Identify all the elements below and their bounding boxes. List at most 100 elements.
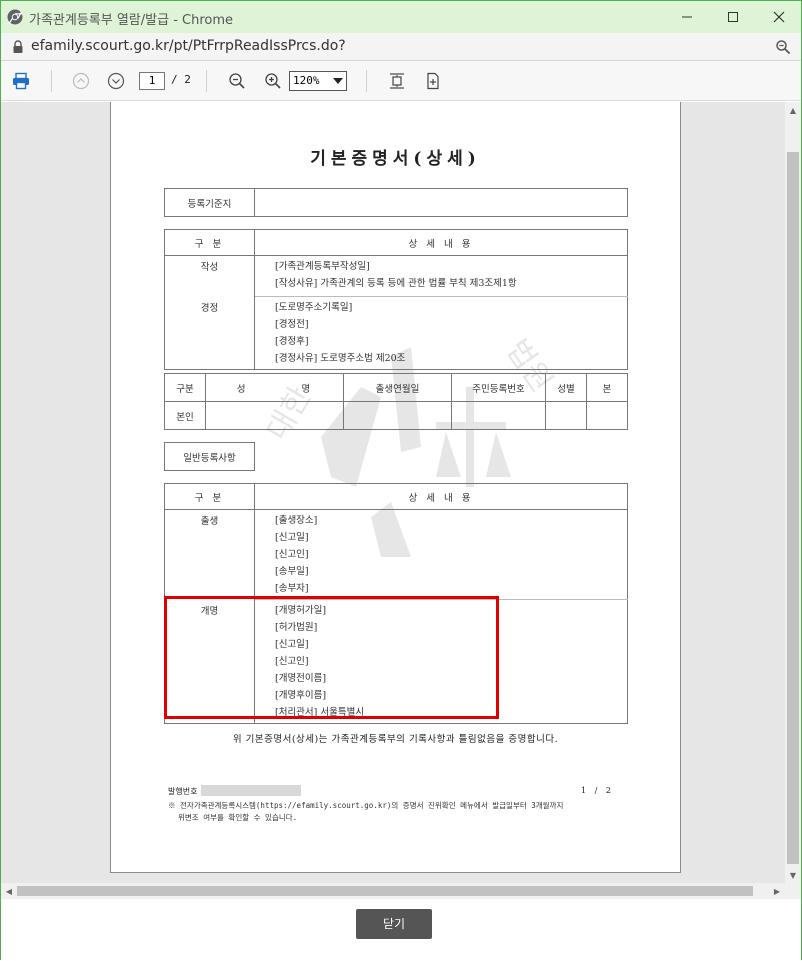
detail-line: [신고인]	[275, 549, 309, 560]
scroll-up-arrow-icon[interactable]: ▲	[785, 102, 801, 118]
maximize-icon	[728, 12, 738, 22]
col-header: 구분	[164, 373, 206, 402]
browser-window: 가족관계등록부 열람/발급 - Chrome efamily.scourt.go…	[0, 0, 802, 961]
vertical-scrollbar[interactable]: ▲ ▼	[785, 102, 801, 883]
person-table: 구분 성 명 출생연월일 주민등록번호 성별 본 본인	[164, 373, 628, 430]
col-header: 성별	[545, 373, 587, 402]
registry-label: 등록기준지	[164, 188, 255, 217]
issue-number-label: 발행번호 :	[168, 787, 203, 796]
previous-page-button[interactable]	[71, 71, 91, 91]
fit-page-icon	[390, 73, 404, 89]
col-header: 본	[586, 373, 628, 402]
horizontal-scroll-thumb[interactable]	[17, 886, 753, 896]
row-details: [출생장소] [신고일] [신고인] [송부일] [송부자]	[254, 509, 628, 600]
fit-page-button[interactable]	[387, 71, 407, 91]
col-header: 출생연월일	[343, 373, 452, 402]
toolbar-divider	[206, 70, 207, 92]
toolbar-divider	[366, 70, 367, 92]
category-header: 구 분	[164, 229, 255, 256]
document-title: 기본증명서(상세)	[310, 149, 481, 169]
toolbar-divider	[51, 70, 52, 92]
general-label-box: 일반등록사항	[164, 442, 255, 471]
detail-line: [가족관계등록부작성일]	[275, 261, 370, 272]
row-category: 출생	[164, 509, 255, 600]
detail-line: [경정후]	[275, 336, 309, 347]
zoom-out-button[interactable]	[227, 71, 247, 91]
zoom-icon[interactable]	[775, 39, 791, 55]
details-header: 상 세 내 용	[254, 483, 628, 510]
detail-line: [송부일]	[275, 566, 309, 577]
url-text[interactable]: efamily.scourt.go.kr/pt/PtFrrpReadIssPrc…	[31, 38, 346, 54]
highlight-box	[164, 596, 499, 719]
minimize-icon	[682, 16, 692, 18]
detail-line: [경정전]	[275, 319, 309, 330]
page-indicator: 1 / 2	[581, 786, 614, 795]
detail-line: [도로명주소기록일]	[275, 302, 353, 313]
page-total: / 2	[171, 73, 191, 86]
verification-note: ※ 전자가족관계등록시스템(https://efamily.scourt.go.…	[168, 800, 638, 824]
cell	[205, 401, 344, 430]
detail-line: [작성사유] 가족관계의 등록 등에 관한 법률 부칙 제3조제1항	[275, 278, 517, 289]
zoom-out-icon	[229, 73, 245, 89]
close-window-button[interactable]	[767, 5, 791, 29]
cell	[451, 401, 546, 430]
row-category: 경정	[164, 296, 255, 370]
zoom-in-button[interactable]	[263, 71, 283, 91]
note-line: 위변조 여부를 확인할 수 있습니다.	[178, 813, 298, 822]
chevron-up-icon	[72, 72, 90, 90]
vertical-scroll-thumb[interactable]	[787, 152, 799, 864]
row-label-self: 본인	[164, 401, 206, 430]
detail-line: [신고일]	[275, 532, 309, 543]
print-button[interactable]	[11, 71, 31, 91]
title-bar: 가족관계등록부 열람/발급 - Chrome	[1, 1, 801, 33]
cell	[545, 401, 587, 430]
zoom-select[interactable]: 120%	[289, 71, 347, 91]
scroll-down-arrow-icon[interactable]: ▼	[785, 867, 801, 883]
detail-line: [경정사유] 도로명주소법 제20조	[275, 353, 406, 364]
zoom-value: 120%	[293, 74, 320, 87]
col-header: 성 명	[205, 373, 344, 402]
fit-width-button[interactable]	[423, 71, 443, 91]
registry-table: 등록기준지	[164, 188, 628, 217]
scroll-corner	[785, 883, 801, 899]
details-table-1: 구 분 상 세 내 용 작성 [가족관계등록부작성일] [작성사유] 가족관계의…	[164, 229, 628, 370]
pdf-toolbar: 1 / 2 120%	[1, 61, 801, 101]
document-page: 대한 법원 기본증명서(상세) 등록기준지 구 분 상 세 내 용 작성 [가족…	[110, 102, 681, 873]
close-icon	[773, 11, 785, 23]
address-bar[interactable]: efamily.scourt.go.kr/pt/PtFrrpReadIssPrc…	[1, 33, 801, 61]
caret-down-icon	[333, 78, 343, 84]
detail-line: [출생장소]	[275, 515, 318, 526]
general-label: 일반등록사항	[164, 442, 255, 471]
category-header: 구 분	[164, 483, 255, 510]
chevron-down-icon	[107, 72, 125, 90]
cell	[343, 401, 452, 430]
print-icon	[13, 72, 29, 90]
bottom-bar: 닫기	[1, 899, 801, 961]
zoom-in-icon	[265, 73, 281, 89]
row-details: [가족관계등록부작성일] [작성사유] 가족관계의 등록 등에 관한 법률 부칙…	[254, 255, 628, 297]
certification-statement: 위 기본증명서(상세)는 가족관계등록부의 기록사항과 틀림없음을 증명합니다.	[232, 734, 559, 745]
minimize-button[interactable]	[675, 5, 699, 29]
detail-line: [송부자]	[275, 583, 309, 594]
note-line: ※ 전자가족관계등록시스템(https://efamily.scourt.go.…	[168, 801, 564, 810]
close-button[interactable]: 닫기	[356, 909, 432, 939]
window-title: 가족관계등록부 열람/발급 - Chrome	[29, 13, 234, 28]
details-header: 상 세 내 용	[254, 229, 628, 256]
horizontal-scrollbar[interactable]: ◀ ▶	[1, 883, 785, 899]
row-category: 작성	[164, 255, 255, 297]
scroll-right-arrow-icon[interactable]: ▶	[769, 883, 785, 899]
maximize-button[interactable]	[721, 5, 745, 29]
lock-icon	[13, 40, 23, 53]
page-number-input[interactable]: 1	[139, 72, 165, 90]
col-header-surname: 성	[236, 383, 248, 395]
pdf-viewer: 대한 법원 기본증명서(상세) 등록기준지 구 분 상 세 내 용 작성 [가족…	[1, 102, 801, 899]
chrome-icon	[7, 9, 23, 25]
fit-width-icon	[427, 72, 439, 90]
col-header-name: 명	[301, 383, 313, 395]
registry-value	[254, 188, 628, 217]
col-header: 주민등록번호	[451, 373, 546, 402]
next-page-button[interactable]	[106, 71, 126, 91]
redacted-issue-number	[201, 785, 301, 796]
row-details: [도로명주소기록일] [경정전] [경정후] [경정사유] 도로명주소법 제20…	[254, 296, 628, 370]
scroll-left-arrow-icon[interactable]: ◀	[1, 883, 17, 899]
